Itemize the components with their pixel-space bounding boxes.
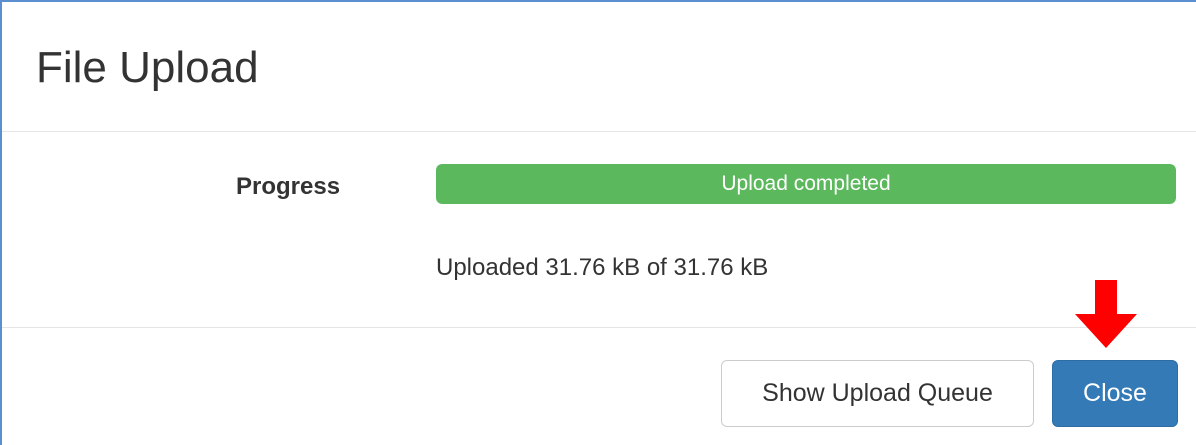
progress-track: Upload completed	[436, 164, 1176, 204]
dialog-header: File Upload	[2, 2, 1196, 132]
progress-label: Progress	[236, 173, 341, 200]
dialog-footer: Show Upload Queue Close	[2, 327, 1196, 445]
uploaded-size-text: Uploaded 31.76 kB of 31.76 kB	[436, 254, 769, 281]
show-upload-queue-button[interactable]: Show Upload Queue	[721, 360, 1034, 427]
file-upload-dialog: File Upload Progress Upload completed Up…	[0, 0, 1196, 445]
dialog-title: File Upload	[36, 43, 259, 92]
red-arrow-down-icon	[1075, 280, 1137, 348]
close-button[interactable]: Close	[1052, 360, 1178, 427]
progress-bar: Upload completed	[436, 164, 1176, 204]
dialog-body: Progress Upload completed Uploaded 31.76…	[2, 132, 1196, 327]
